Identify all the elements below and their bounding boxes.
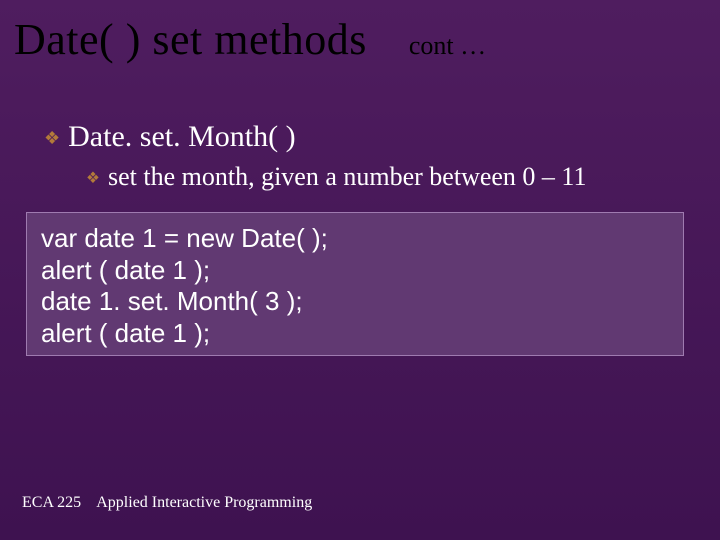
diamond-bullet-icon: ❖ (44, 128, 60, 149)
bullet-level1: ❖ Date. set. Month( ) (44, 120, 296, 154)
code-line: date 1. set. Month( 3 ); (41, 286, 669, 318)
bullet-level1-text: Date. set. Month( ) (68, 120, 295, 154)
code-line: var date 1 = new Date( ); (41, 223, 669, 255)
code-line: alert ( date 1 ); (41, 318, 669, 350)
code-line: alert ( date 1 ); (41, 255, 669, 287)
slide-footer: ECA 225 Applied Interactive Programming (22, 494, 312, 512)
code-example-box: var date 1 = new Date( ); alert ( date 1… (26, 212, 684, 356)
slide-continuation: cont … (409, 31, 486, 61)
diamond-bullet-icon: ❖ (86, 169, 100, 188)
footer-course-title: Applied Interactive Programming (96, 494, 312, 511)
slide: Date( ) set methods cont … ❖ Date. set. … (0, 0, 720, 540)
bullet-level2: ❖ set the month, given a number between … (86, 162, 586, 192)
footer-course-code: ECA 225 (22, 494, 81, 511)
title-row: Date( ) set methods cont … (14, 14, 706, 65)
slide-title: Date( ) set methods (14, 14, 367, 65)
bullet-level2-text: set the month, given a number between 0 … (108, 162, 586, 192)
